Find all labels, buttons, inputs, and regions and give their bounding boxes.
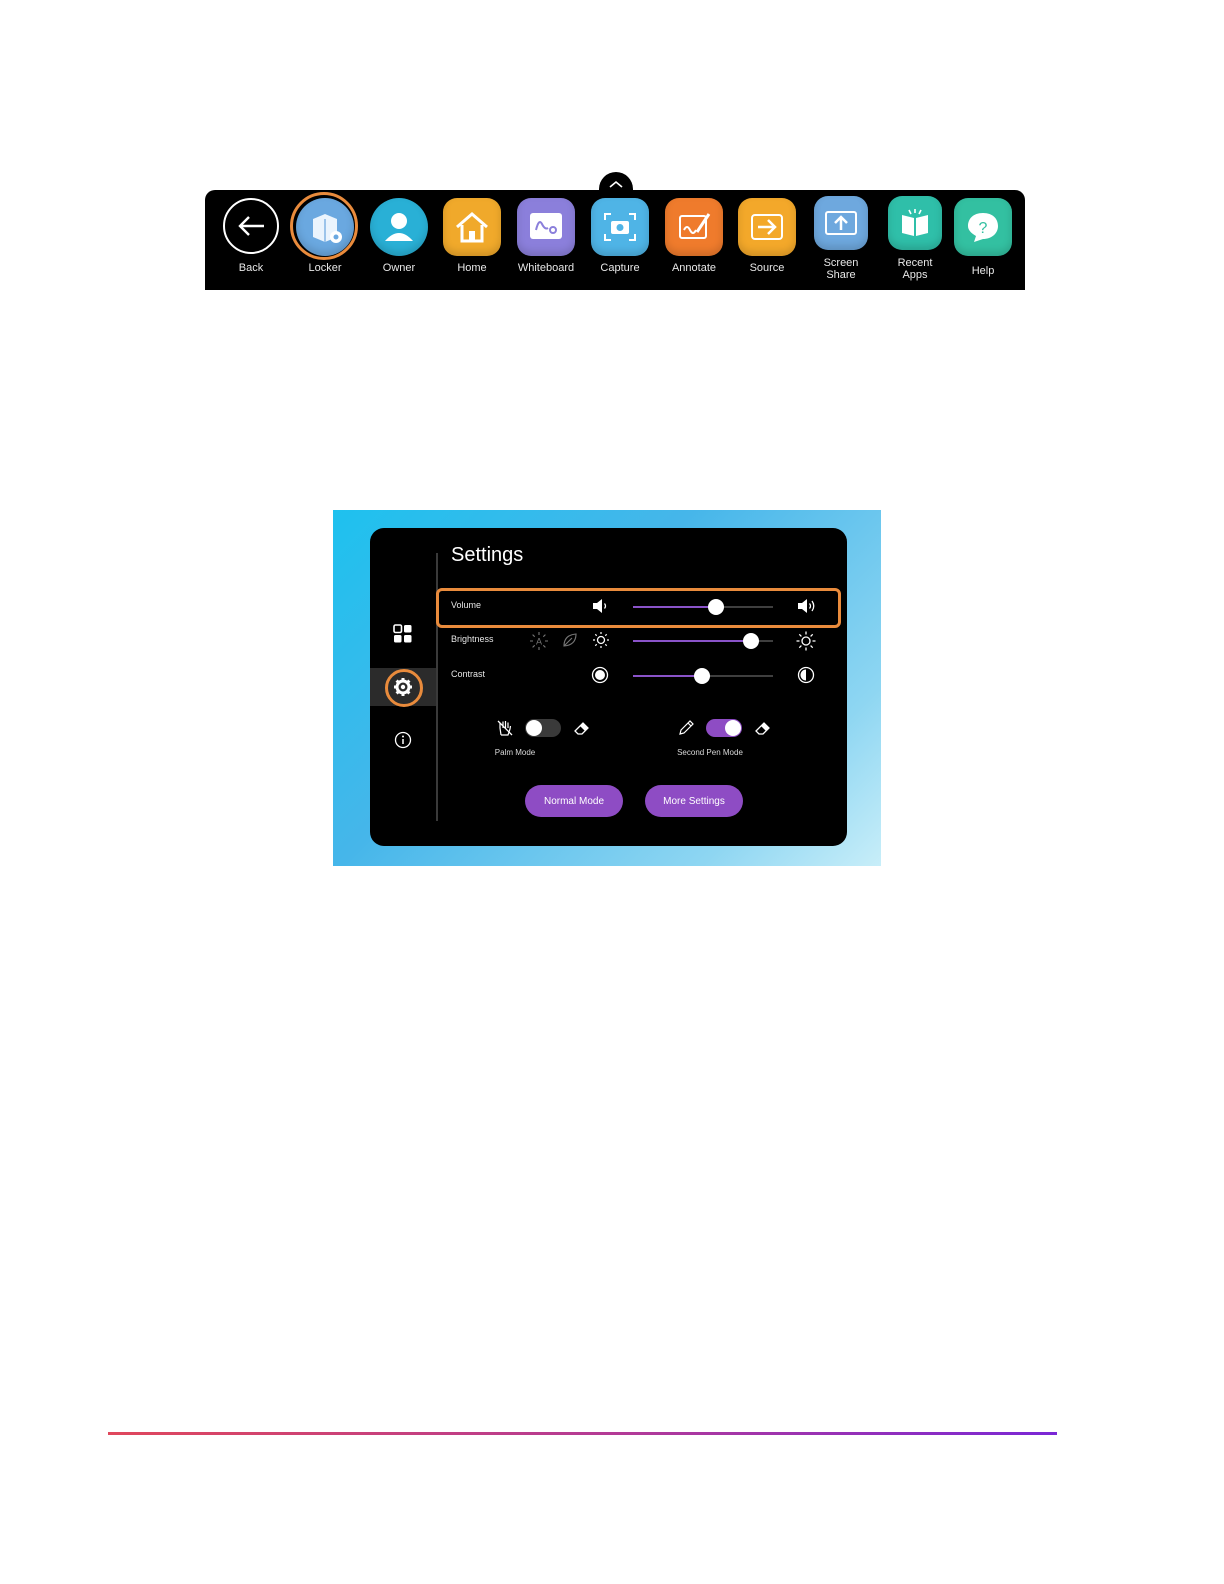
toolbar-label-back: Back <box>238 262 264 274</box>
settings-screenshot-backdrop: Settings Volume Brightness A Contrast Pa… <box>333 510 881 866</box>
volume-slider[interactable] <box>633 599 773 615</box>
second-pen-mode-label: Second Pen Mode <box>677 748 743 757</box>
toolbar-source-button[interactable]: Source <box>729 190 805 290</box>
info-icon <box>394 731 412 749</box>
volume-slider-fill <box>633 606 716 608</box>
back-arrow-icon <box>223 198 279 254</box>
settings-panel: Settings Volume Brightness A Contrast Pa… <box>370 528 847 846</box>
recent-apps-icon <box>888 196 942 250</box>
toolbar-label-recent-apps: Recent Apps <box>897 257 933 281</box>
toolbar-back-button[interactable]: Back <box>213 190 289 290</box>
pen-icon <box>679 720 694 735</box>
contrast-row: Contrast <box>451 664 831 688</box>
toolbar-locker-button[interactable]: Locker <box>287 190 363 290</box>
second-pen-mode-toggle-knob <box>725 720 741 736</box>
contrast-slider-fill <box>633 675 702 677</box>
brightness-label: Brightness <box>451 634 494 644</box>
toolbar-recent-apps-button[interactable]: Recent Apps <box>877 190 953 290</box>
palm-mode-toggle-knob <box>526 720 542 736</box>
toolbar-label-locker: Locker <box>308 262 342 274</box>
second-pen-mode-toggle[interactable] <box>706 719 742 737</box>
toolbar-label-annotate: Annotate <box>671 262 717 274</box>
toolbar-annotate-button[interactable]: Annotate <box>656 190 732 290</box>
more-settings-button[interactable]: More Settings <box>645 785 743 817</box>
floating-toolbar: Back Locker Owner Home Whiteboard Captur… <box>205 190 1025 290</box>
locker-highlight-ring <box>290 192 358 260</box>
source-icon <box>738 198 796 256</box>
eraser-icon <box>574 722 589 735</box>
home-icon <box>443 198 501 256</box>
owner-icon <box>370 198 428 256</box>
normal-mode-button[interactable]: Normal Mode <box>525 785 623 817</box>
toolbar-owner-button[interactable]: Owner <box>361 190 437 290</box>
volume-high-icon <box>798 599 815 613</box>
toolbar-label-help: Help <box>971 265 995 277</box>
brightness-slider-thumb[interactable] <box>742 633 759 649</box>
rail-settings-button[interactable] <box>370 668 436 707</box>
help-icon: ? <box>954 198 1012 256</box>
volume-row: Volume <box>451 595 831 619</box>
settings-title: Settings <box>451 544 524 566</box>
settings-highlight-ring <box>385 669 423 707</box>
palm-hand-off-icon <box>497 720 513 736</box>
brightness-high-icon <box>796 631 816 651</box>
contrast-high-icon <box>797 666 815 684</box>
rail-info-button[interactable] <box>370 721 436 759</box>
svg-text:?: ? <box>979 220 988 237</box>
rail-apps-button[interactable] <box>370 615 436 653</box>
annotate-icon <box>665 198 723 256</box>
brightness-low-icon <box>593 632 609 648</box>
toolbar-whiteboard-button[interactable]: Whiteboard <box>508 190 584 290</box>
eraser-icon <box>755 722 770 735</box>
eco-leaf-icon[interactable] <box>561 631 579 649</box>
svg-text:A: A <box>536 637 542 647</box>
footer-divider-line <box>108 1432 1057 1435</box>
toolbar-screen-share-button[interactable]: Screen Share <box>803 190 879 290</box>
capture-icon <box>591 198 649 256</box>
brightness-row: Brightness A <box>451 629 831 653</box>
toolbar-label-home: Home <box>457 262 487 274</box>
toolbar-help-button[interactable]: ? Help <box>945 190 1021 290</box>
whiteboard-icon <box>517 198 575 256</box>
contrast-label: Contrast <box>451 669 486 679</box>
contrast-slider-thumb[interactable] <box>693 668 710 684</box>
chevron-up-icon <box>609 180 623 188</box>
screen-share-icon <box>814 196 868 250</box>
brightness-slider-fill <box>633 640 751 642</box>
volume-slider-thumb[interactable] <box>707 599 724 615</box>
volume-low-icon <box>593 599 607 613</box>
toolbar-label-source: Source <box>749 262 785 274</box>
contrast-low-icon <box>591 666 609 684</box>
brightness-slider[interactable] <box>633 633 773 649</box>
volume-label: Volume <box>451 600 482 610</box>
apps-grid-icon <box>393 624 412 643</box>
toolbar-label-screen-share: Screen Share <box>823 257 859 281</box>
contrast-slider[interactable] <box>633 668 773 684</box>
palm-mode-label: Palm Mode <box>494 748 536 757</box>
toolbar-label-owner: Owner <box>382 262 416 274</box>
toolbar-home-button[interactable]: Home <box>434 190 510 290</box>
auto-brightness-icon[interactable]: A <box>529 631 549 651</box>
toolbar-label-capture: Capture <box>600 262 640 274</box>
palm-mode-toggle[interactable] <box>525 719 561 737</box>
toolbar-capture-button[interactable]: Capture <box>582 190 658 290</box>
toolbar-label-whiteboard: Whiteboard <box>517 262 575 274</box>
